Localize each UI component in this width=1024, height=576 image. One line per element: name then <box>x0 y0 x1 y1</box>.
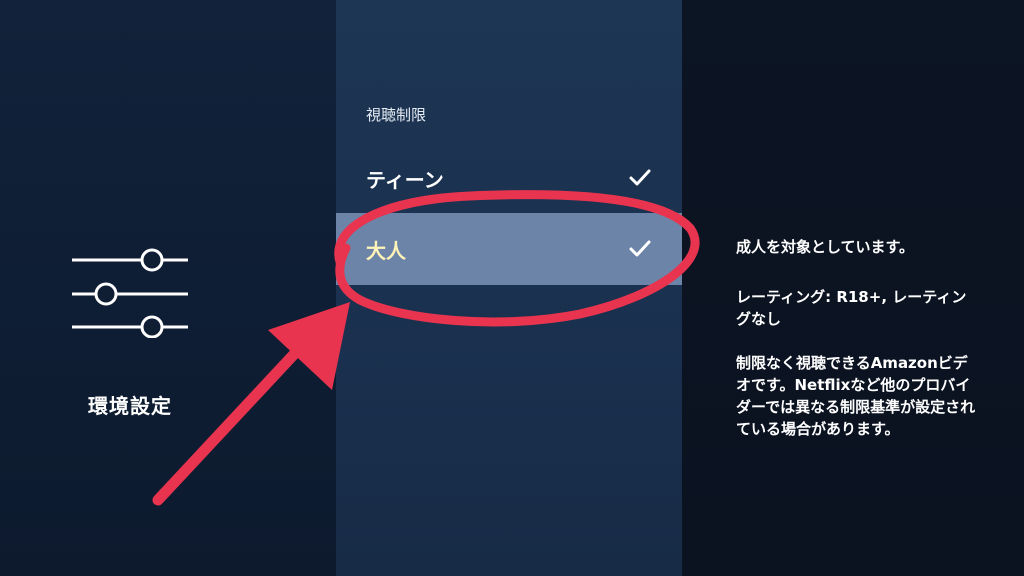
menu-item-label: 大人 <box>366 238 406 263</box>
checkmark-icon <box>629 169 651 186</box>
category-panel: 環境設定 <box>0 0 336 576</box>
settings-screen: 環境設定 視聴制限 ティーン 大人 成人を対象としています。 レーティング: R… <box>0 0 1024 576</box>
description-panel: 成人を対象としています。 レーティング: R18+, レーティングなし 制限なく… <box>682 0 1024 576</box>
description-summary: 成人を対象としています。 <box>736 238 915 256</box>
menu-item-label: ティーン <box>366 167 444 192</box>
menu-item-adult[interactable]: 大人 <box>336 213 682 285</box>
checkmark-icon <box>629 240 651 257</box>
sliders-icon <box>72 248 188 338</box>
parental-controls-menu: 視聴制限 ティーン 大人 <box>336 0 682 576</box>
category-label: 環境設定 <box>88 394 172 418</box>
description-details: 制限なく視聴できるAmazonビデオです。Netflixなど他のプロバイダーでは… <box>736 354 976 438</box>
description-ratings: レーティング: R18+, レーティングなし <box>736 288 967 328</box>
menu-item-teen[interactable]: ティーン <box>336 142 682 214</box>
menu-heading: 視聴制限 <box>366 106 427 124</box>
